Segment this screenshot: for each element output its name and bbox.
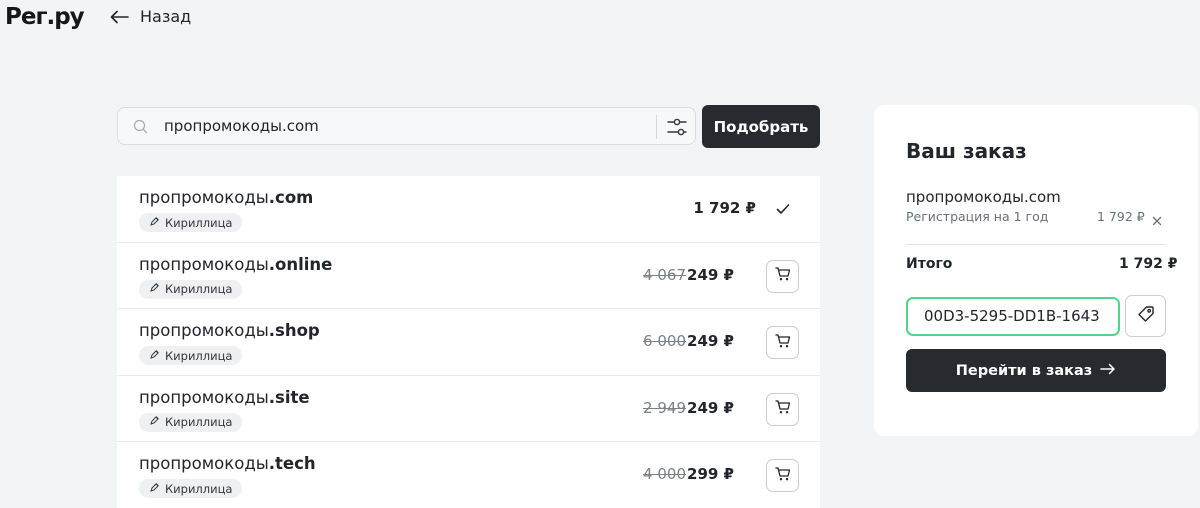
order-divider	[906, 244, 1166, 245]
old-price: 4 067	[643, 265, 686, 284]
tag-icon	[149, 282, 160, 296]
back-label: Назад	[140, 7, 192, 26]
domain-price: 249 ₽	[687, 265, 734, 284]
pick-button[interactable]: Подобрать	[702, 105, 820, 148]
domain-row[interactable]: пропромокоды.com Кириллица 1 792 ₽	[117, 176, 820, 243]
checkout-button[interactable]: Перейти в заказ	[906, 349, 1166, 392]
close-icon[interactable]	[1152, 211, 1162, 230]
add-to-cart-button[interactable]	[766, 459, 799, 492]
cyrillic-tag: Кириллица	[139, 213, 243, 232]
filter-settings-icon[interactable]	[665, 116, 689, 138]
cyrillic-tag: Кириллица	[139, 412, 243, 432]
search-input[interactable]: пропромокоды.com	[164, 117, 319, 135]
domain-price: 249 ₽	[687, 332, 734, 350]
old-price: 6 000	[643, 332, 686, 350]
domain-search-field[interactable]: пропромокоды.com	[117, 107, 696, 145]
cart-icon	[774, 333, 791, 353]
cyrillic-tag: Кириллица	[139, 479, 243, 498]
order-item-price: 1 792 ₽	[1097, 209, 1145, 224]
total-value: 1 792 ₽	[1119, 256, 1178, 272]
cyrillic-tag: Кириллица	[139, 346, 243, 365]
domain-row[interactable]: пропромокоды.site Кириллица 2 949 249 ₽	[117, 376, 820, 442]
domain-row[interactable]: пропромокоды.tech Кириллица 4 000 299 ₽	[117, 442, 820, 508]
cart-icon	[774, 466, 791, 486]
domain-results-list: пропромокоды.com Кириллица 1 792 ₽ пропр…	[117, 176, 820, 508]
arrow-right-icon	[1100, 363, 1116, 379]
order-item-description: Регистрация на 1 год	[906, 209, 1049, 224]
cart-icon	[774, 399, 791, 419]
domain-price: 249 ₽	[687, 398, 734, 417]
add-to-cart-button[interactable]	[766, 259, 799, 293]
search-divider	[656, 115, 657, 139]
add-to-cart-button[interactable]	[766, 326, 799, 359]
old-price: 4 000	[643, 465, 686, 483]
tag-icon	[149, 482, 160, 496]
apply-promo-button[interactable]	[1125, 295, 1166, 337]
domain-name: пропромокоды.online	[139, 254, 333, 274]
domain-name: пропромокоды.shop	[139, 321, 320, 340]
cyrillic-tag: Кириллица	[139, 279, 243, 299]
domain-row[interactable]: пропромокоды.online Кириллица 4 067 249 …	[117, 243, 820, 309]
domain-price: 1 792 ₽	[693, 199, 756, 217]
total-label: Итого	[906, 256, 953, 272]
order-summary-panel: Ваш заказ пропромокоды.com Регистрация н…	[874, 105, 1198, 436]
old-price: 2 949	[643, 398, 686, 417]
checkmark-icon[interactable]	[776, 200, 790, 219]
tag-icon	[1137, 305, 1155, 327]
domain-name: пропромокоды.site	[139, 387, 310, 407]
back-link[interactable]: Назад	[110, 7, 191, 26]
domain-name: пропромокоды.tech	[139, 454, 316, 473]
arrow-left-icon	[110, 10, 130, 24]
checkout-label: Перейти в заказ	[955, 362, 1093, 379]
tag-icon	[149, 349, 160, 363]
tag-icon	[149, 415, 160, 429]
tag-icon	[149, 216, 160, 230]
domain-row[interactable]: пропромокоды.shop Кириллица 6 000 249 ₽	[117, 309, 820, 376]
promo-code-input[interactable]: 00D3-5295-DD1B-1643	[906, 297, 1120, 336]
search-icon	[133, 119, 148, 138]
logo[interactable]: Рег.ру	[5, 4, 85, 30]
cart-icon	[774, 266, 791, 286]
domain-name: пропромокоды.com	[139, 188, 314, 207]
order-item-domain: пропромокоды.com	[906, 188, 1061, 206]
domain-price: 299 ₽	[687, 465, 734, 483]
order-title: Ваш заказ	[906, 139, 1027, 163]
add-to-cart-button[interactable]	[766, 392, 799, 426]
